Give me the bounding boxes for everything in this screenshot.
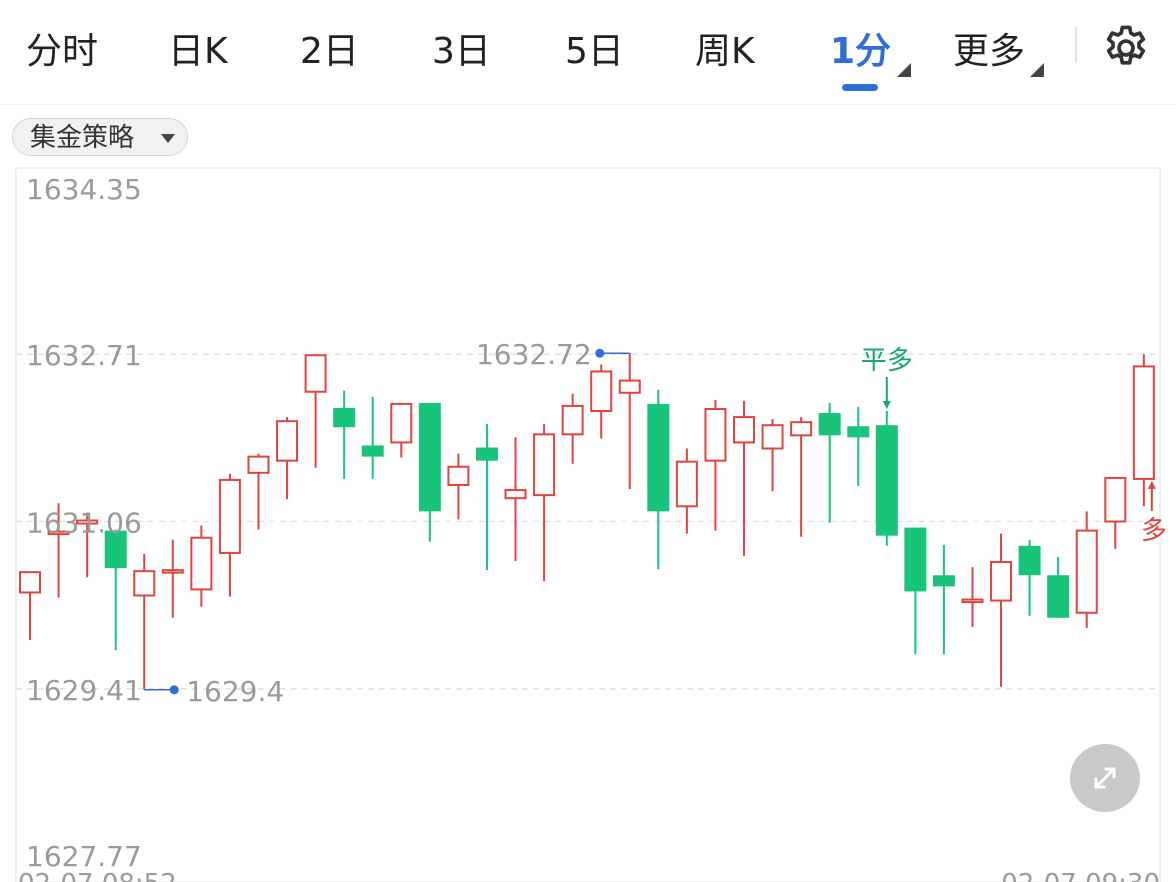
candle-body [1075,529,1098,614]
candle-body [647,403,670,512]
candle-body [675,460,698,508]
candle [304,354,327,468]
candle [875,411,898,546]
y-tick-label: 1631.06 [26,507,142,540]
candle [818,402,841,523]
candle [19,571,41,641]
candle [475,424,498,571]
candle-body [847,426,870,438]
candle [276,417,299,500]
candle [190,525,213,607]
candle [618,353,641,490]
candle-body [418,402,441,512]
candle-body [533,433,556,497]
candle-body [932,575,955,587]
candle-body [19,571,41,594]
candle-body [961,598,984,604]
candle-body [1018,545,1041,576]
candle [904,527,927,655]
candle [361,396,384,479]
signal-arrow-head [882,401,891,410]
candle-body [475,447,498,461]
candle-body [590,370,613,413]
signal-long-label: 多 [1141,516,1167,546]
y-tick-label: 1632.71 [26,339,142,372]
candle [733,400,755,556]
candle-body [247,455,270,474]
candle [1075,511,1098,628]
candle-body [447,465,470,487]
candle [333,390,356,479]
y-tick-labels: 1634.351632.711631.061629.411627.77 [26,173,142,873]
candle-body [218,478,241,554]
max-price-label: 1632.72 [476,338,592,371]
x-time-label-right: 02-07 09:30 [1001,869,1160,882]
candle [447,453,470,520]
chart-frame [15,167,1161,882]
candle [704,399,727,531]
candle-body [161,569,184,574]
expand-arrows-icon [1094,767,1116,789]
candle [504,437,527,562]
candle [1047,556,1070,618]
candle-body [1104,476,1127,523]
candle [247,453,270,530]
x-time-label-left: 02-07 08:52 [18,869,177,882]
candle [1104,476,1127,549]
candle [761,419,784,492]
candle [161,539,184,618]
candle-body [333,407,356,428]
candle [932,544,955,655]
min-marker-dot [169,685,179,695]
y-tick-label: 1629.41 [26,674,142,707]
candle [847,406,870,487]
grid-layer [16,353,1160,690]
candle-body [733,416,755,444]
candlestick-chart[interactable]: 1634.351632.711631.061629.411627.77 1632… [0,0,1176,882]
y-tick-label: 1634.35 [26,173,142,206]
candle-body [1047,575,1070,618]
candle [990,533,1013,687]
candle [790,417,813,537]
candle-body [790,421,813,437]
candle-body [818,413,841,436]
candle [104,529,127,651]
candle-body [618,379,641,394]
min-price-label: 1629.4 [186,675,284,708]
candle-body [761,424,784,450]
candle-body [304,354,327,393]
candle [218,473,241,597]
candle-body [990,561,1013,602]
signal-close-long-label: 平多 [861,346,913,376]
signal-arrow-head [1147,480,1156,489]
candle-body [390,402,413,444]
candle [390,402,413,458]
candle-body [904,527,927,592]
candle [590,364,613,439]
candle-layer [19,353,1155,690]
candle-body [276,420,299,462]
candle-body [133,570,156,597]
candle [561,393,584,464]
candle-body [561,404,584,436]
candle [133,553,156,690]
candle [533,424,556,582]
candle-body [1132,365,1155,480]
candle-body [361,445,384,457]
candle-body [190,536,213,591]
annotation-layer: 1632.72 1629.4 平多多 02-07 08:52 02-07 09:30 [18,338,1167,882]
candle-body [875,425,898,536]
candle [961,567,984,627]
expand-button[interactable] [1070,744,1140,812]
max-marker-dot [595,348,605,358]
candle [647,389,670,570]
candle-body [704,407,727,462]
candle-body [504,489,527,500]
candle [1018,539,1041,616]
